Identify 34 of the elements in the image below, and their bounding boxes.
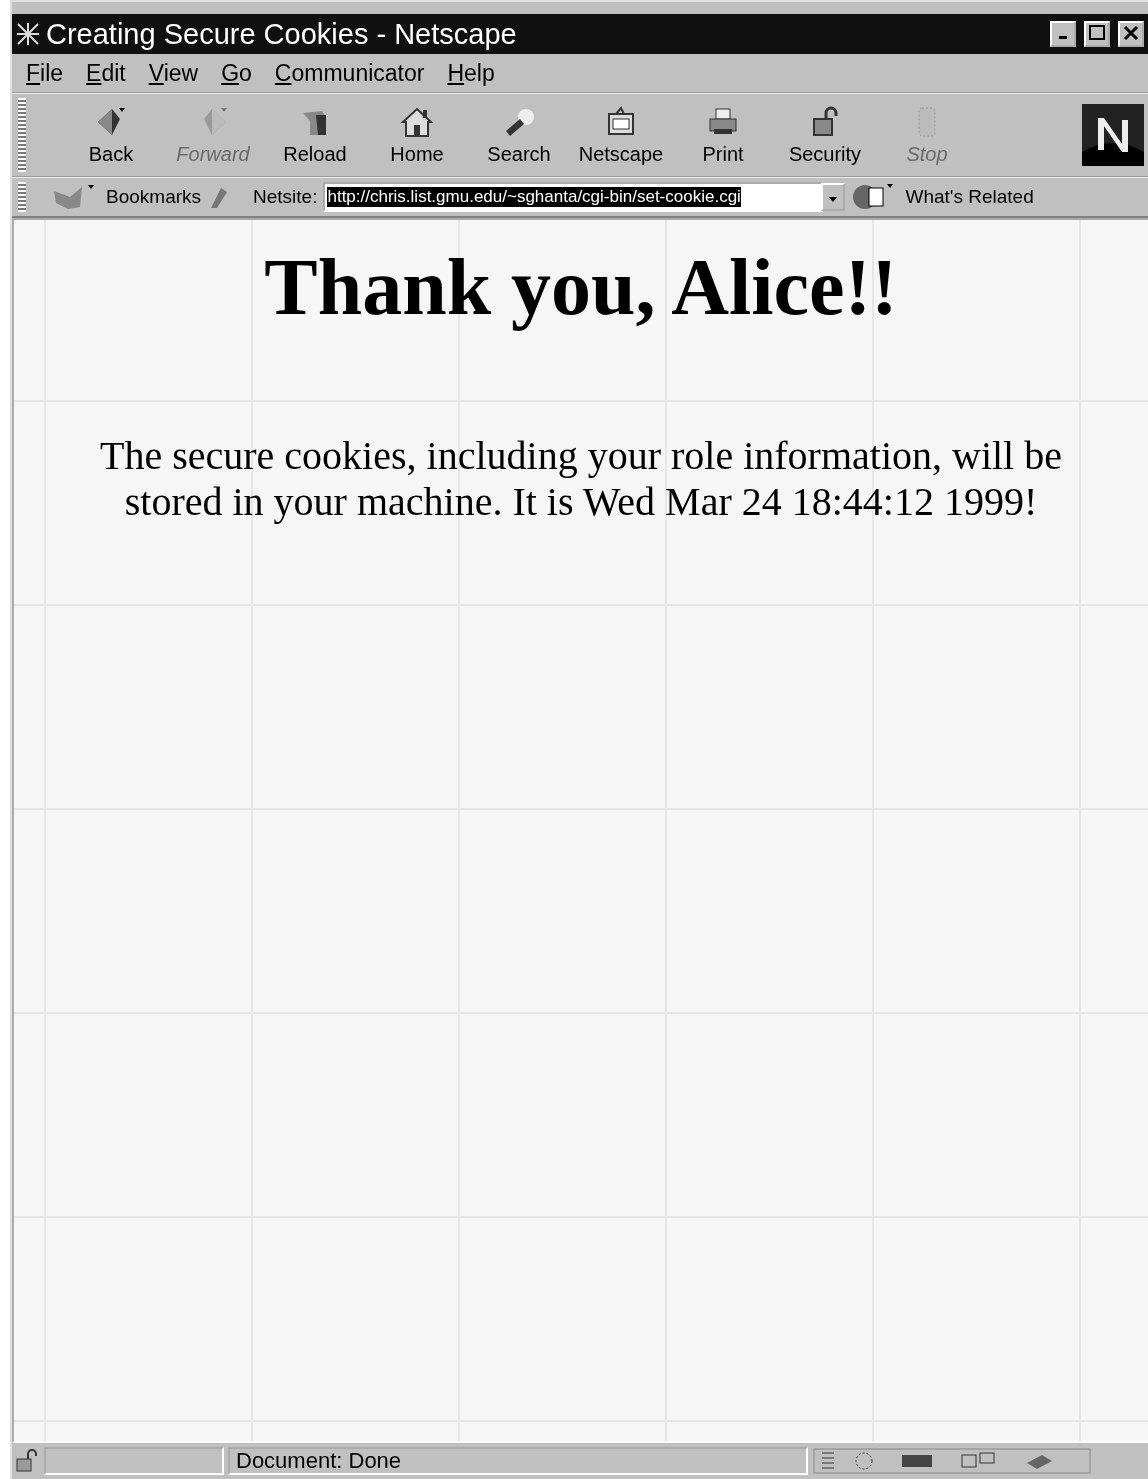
toolbar-button[interactable]: Print bbox=[672, 104, 774, 166]
toolbar-grip[interactable] bbox=[18, 98, 26, 172]
toolbar-button[interactable]: Security bbox=[774, 104, 876, 166]
menu-item[interactable]: Go bbox=[213, 59, 267, 87]
toolbar-button[interactable]: Netscape bbox=[570, 104, 672, 166]
caret-icon bbox=[829, 196, 838, 202]
bookmarks-button[interactable]: Bookmarks bbox=[52, 183, 202, 211]
menu-item[interactable]: File bbox=[18, 59, 79, 87]
page-text: The secure cookies, including your role information, will be stored in your machine. It is Wed Mar 24 18:44:12 1999! bbox=[99, 433, 1063, 525]
dropdown-button[interactable] bbox=[821, 183, 846, 211]
maximize-icon bbox=[1088, 23, 1106, 42]
menu-item[interactable]: Communicator bbox=[266, 59, 440, 87]
menu-item[interactable]: View bbox=[140, 59, 214, 87]
toolbar-button[interactable]: Back bbox=[60, 104, 162, 166]
window-title: Creating Secure Cookies - Netscape bbox=[46, 17, 518, 51]
maximize-button[interactable] bbox=[1084, 21, 1110, 47]
toolbar-button[interactable]: Reload bbox=[264, 104, 366, 166]
url-field[interactable]: http://chris.list.gmu.edu/~sghanta/cgi-bin/set-cookie.cgi bbox=[323, 182, 824, 212]
close-button[interactable] bbox=[1118, 21, 1144, 47]
padlock-icon bbox=[14, 1448, 40, 1474]
whats-related-button[interactable]: What's Related bbox=[851, 182, 1034, 212]
netscape-n-logo-icon bbox=[1082, 104, 1144, 166]
page-heading: Thank you, Alice!! bbox=[264, 242, 898, 333]
netscape-logo-icon bbox=[16, 22, 40, 46]
toolbar-button[interactable]: Home bbox=[366, 104, 468, 166]
menu-item[interactable]: Help bbox=[439, 59, 510, 87]
minimize-icon bbox=[1059, 36, 1067, 39]
close-icon bbox=[1122, 23, 1140, 42]
status-text: Document: Done bbox=[228, 1447, 808, 1475]
menu-item[interactable]: Edit bbox=[78, 59, 141, 87]
minimize-button[interactable] bbox=[1050, 21, 1076, 47]
toolbar-button[interactable]: Search bbox=[468, 104, 570, 166]
toolbar-grip[interactable] bbox=[18, 182, 26, 212]
location-label: Netsite: bbox=[253, 186, 318, 208]
